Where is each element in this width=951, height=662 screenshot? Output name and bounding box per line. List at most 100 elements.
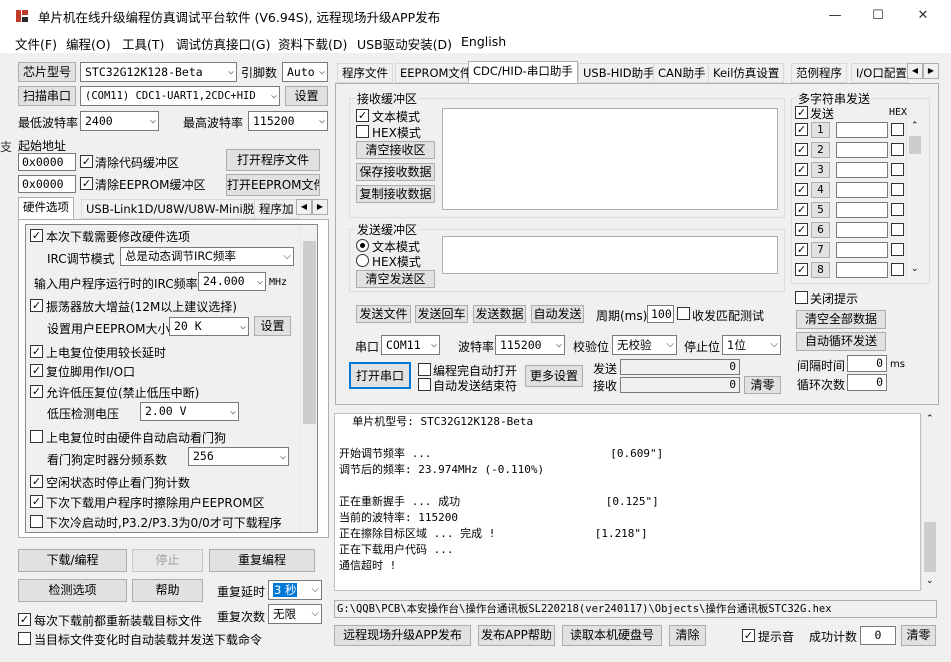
scroll-down-icon[interactable]: ⌄ [911, 264, 919, 274]
more-settings-button[interactable]: 更多设置 [525, 365, 583, 387]
baud-select[interactable]: 115200 ⌵ [495, 335, 565, 355]
multi-row-4-hex-checkbox[interactable] [891, 183, 904, 196]
tab-usb-hid[interactable]: USB-HID助手 [578, 63, 660, 83]
tab-usb-link[interactable]: USB-Link1D/U8W/U8W-Mini脱机 [81, 199, 271, 219]
multi-row-6-checkbox[interactable]: ✓ [795, 223, 808, 236]
period-input[interactable]: 100 [647, 305, 674, 323]
multi-row-3-hex-checkbox[interactable] [891, 163, 904, 176]
tab-serial-assistant[interactable]: CDC/HID-串口助手 [468, 61, 578, 83]
irc-mode-select[interactable]: 总是动态调节IRC频率 ⌵ [120, 247, 294, 266]
multi-row-2-hex-checkbox[interactable] [891, 143, 904, 156]
clear-all-data-button[interactable]: 清空全部数据 [796, 310, 886, 329]
scroll-down-icon[interactable]: ⌄ [926, 576, 934, 586]
auto-terminator-checkbox[interactable] [418, 378, 431, 391]
min-baud-select[interactable]: 2400 ⌵ [80, 111, 159, 131]
port-settings-button[interactable]: 设置 [285, 86, 328, 106]
send-data-button[interactable]: 发送数据 [473, 305, 526, 323]
multi-scroll-thumb[interactable] [909, 136, 921, 154]
multi-row-4-checkbox[interactable]: ✓ [795, 183, 808, 196]
help-button[interactable]: 帮助 [132, 579, 203, 602]
tab-io-config[interactable]: I/O口配置 [851, 63, 908, 83]
multi-row-1-hex-checkbox[interactable] [891, 123, 904, 136]
tx-hex-mode-radio[interactable] [356, 254, 369, 267]
multi-row-7-send-button[interactable]: 7 [811, 242, 830, 258]
hw-option-8-checkbox[interactable]: ✓ [30, 495, 43, 508]
reset-count-button[interactable]: 清零 [901, 625, 936, 646]
multi-row-7-checkbox[interactable]: ✓ [795, 243, 808, 256]
send-enter-button[interactable]: 发送回车 [415, 305, 468, 323]
send-textarea[interactable] [442, 236, 778, 274]
tab-keil-settings[interactable]: Keil仿真设置 [708, 63, 785, 83]
multi-row-7-input[interactable] [836, 242, 888, 258]
eeprom-size-select[interactable]: 20 K ⌵ [169, 317, 249, 336]
auto-open-checkbox[interactable] [418, 363, 431, 376]
tab-scroll-right-icon[interactable]: ▶ [923, 63, 939, 79]
parity-select[interactable]: 无校验 ⌵ [612, 335, 677, 355]
hw-option-9-checkbox[interactable] [30, 515, 43, 528]
lvd-select[interactable]: 2.00 V ⌵ [140, 402, 239, 421]
multi-row-1-checkbox[interactable]: ✓ [795, 123, 808, 136]
multi-row-6-send-button[interactable]: 6 [811, 222, 830, 238]
clear-count-button[interactable]: 清零 [744, 376, 781, 394]
auto-loop-send-button[interactable]: 自动循环发送 [796, 332, 886, 351]
hw-option-5-checkbox[interactable]: ✓ [30, 385, 43, 398]
tab-scroll-left-icon[interactable]: ◀ [907, 63, 923, 79]
check-options-button[interactable]: 检测选项 [18, 579, 127, 602]
scroll-up-icon[interactable]: ⌃ [926, 414, 934, 424]
beep-checkbox[interactable]: ✓ [742, 629, 755, 642]
log-scrollbar[interactable]: ⌃ ⌄ [921, 414, 937, 590]
pins-select[interactable]: Auto ⌵ [282, 62, 328, 82]
multi-string-scrollbar[interactable]: ⌃ ⌄ [906, 121, 922, 279]
publish-help-button[interactable]: 发布APP帮助 [478, 625, 555, 646]
hw-option-4-checkbox[interactable]: ✓ [30, 364, 43, 377]
repeat-program-button[interactable]: 重复编程 [209, 549, 315, 572]
open-eeprom-file-button[interactable]: 打开EEPROM文件 [226, 174, 320, 196]
download-program-button[interactable]: 下载/编程 [18, 549, 127, 572]
match-test-checkbox[interactable] [677, 307, 690, 320]
tx-text-mode-radio[interactable] [356, 239, 369, 252]
remote-upgrade-button[interactable]: 远程现场升级APP发布 [334, 625, 471, 646]
open-program-file-button[interactable]: 打开程序文件 [226, 149, 320, 171]
menu-tools[interactable]: 工具(T) [122, 34, 164, 53]
repeat-delay-select[interactable]: 3 秒 ⌵ [268, 580, 322, 600]
clear-receive-button[interactable]: 清空接收区 [356, 141, 435, 159]
multi-row-5-send-button[interactable]: 5 [811, 202, 830, 218]
multi-send-all-checkbox[interactable]: ✓ [795, 106, 808, 119]
clear-eeprom-checkbox[interactable]: ✓ [80, 177, 93, 190]
multi-row-8-checkbox[interactable]: ✓ [795, 263, 808, 276]
multi-row-4-send-button[interactable]: 4 [811, 182, 830, 198]
multi-row-3-send-button[interactable]: 3 [811, 162, 830, 178]
tab-scroll-right-icon[interactable]: ▶ [312, 199, 328, 215]
tab-eeprom-file[interactable]: EEPROM文件 [395, 63, 477, 83]
clear-code-checkbox[interactable]: ✓ [80, 155, 93, 168]
multi-row-3-input[interactable] [836, 162, 888, 178]
multi-row-2-checkbox[interactable]: ✓ [795, 143, 808, 156]
open-port-button[interactable]: 打开串口 [349, 362, 411, 389]
menu-usb-driver[interactable]: USB驱动安装(D) [357, 34, 452, 53]
clear-send-button[interactable]: 清空发送区 [356, 270, 435, 288]
eeprom-address-input[interactable]: 0x0000 [18, 175, 76, 193]
options-scrollbar[interactable] [300, 225, 317, 532]
close-icon[interactable]: ✕ [900, 0, 946, 31]
minimize-icon[interactable]: — [812, 0, 858, 31]
multi-row-8-send-button[interactable]: 8 [811, 262, 830, 278]
rx-hex-mode-checkbox[interactable] [356, 125, 369, 138]
read-disk-id-button[interactable]: 读取本机硬盘号 [562, 625, 662, 646]
tab-examples[interactable]: 范例程序 [791, 63, 847, 83]
hw-option-3-checkbox[interactable]: ✓ [30, 345, 43, 358]
menu-file[interactable]: 文件(F) [15, 34, 57, 53]
stop-bits-select[interactable]: 1位 ⌵ [722, 335, 781, 355]
multi-row-5-hex-checkbox[interactable] [891, 203, 904, 216]
tab-hardware-options[interactable]: 硬件选项 [18, 197, 74, 219]
menu-program[interactable]: 编程(O) [66, 34, 111, 53]
multi-row-6-input[interactable] [836, 222, 888, 238]
multi-row-8-hex-checkbox[interactable] [891, 263, 904, 276]
log-scroll-thumb[interactable] [924, 522, 936, 572]
maximize-icon[interactable]: ☐ [855, 0, 901, 31]
tab-program-file[interactable]: 程序文件 [337, 63, 393, 83]
eeprom-size-set-button[interactable]: 设置 [254, 316, 291, 336]
multi-row-4-input[interactable] [836, 182, 888, 198]
hw-option-7-checkbox[interactable]: ✓ [30, 475, 43, 488]
save-receive-button[interactable]: 保存接收数据 [356, 163, 435, 181]
close-tip-checkbox[interactable] [795, 291, 808, 304]
